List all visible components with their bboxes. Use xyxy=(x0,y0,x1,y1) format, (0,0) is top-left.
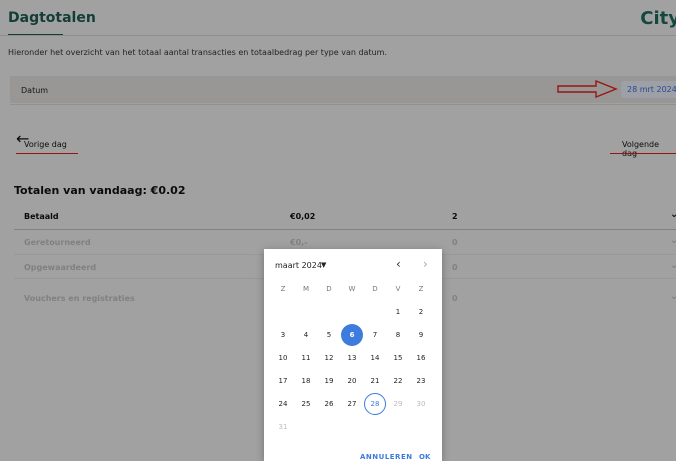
calendar-day: 31 xyxy=(278,423,288,431)
calendar-day[interactable]: 14 xyxy=(364,347,386,369)
calendar-day[interactable]: 20 xyxy=(341,370,363,392)
calendar-day: 29 xyxy=(393,400,403,408)
weekday-label: V xyxy=(395,285,401,293)
calendar-day[interactable]: 4 xyxy=(295,324,317,346)
cancel-button[interactable]: ANNULEREN xyxy=(360,453,413,461)
calendar-day[interactable]: 7 xyxy=(364,324,386,346)
calendar-day[interactable]: 3 xyxy=(272,324,294,346)
calendar-day[interactable]: 6 xyxy=(341,324,363,346)
month-selector[interactable]: maart 2024 xyxy=(275,261,322,270)
ok-button[interactable]: OK xyxy=(419,453,430,461)
calendar-day[interactable]: 23 xyxy=(410,370,432,392)
weekday-label: D xyxy=(326,285,332,293)
calendar-day[interactable]: 17 xyxy=(272,370,294,392)
calendar-day: 30 xyxy=(416,400,426,408)
calendar-day[interactable]: 18 xyxy=(295,370,317,392)
weekday-label: W xyxy=(348,285,356,293)
calendar-day[interactable]: 10 xyxy=(272,347,294,369)
caret-down-icon[interactable]: ▼ xyxy=(321,261,326,269)
weekday-label: Z xyxy=(280,285,286,293)
calendar-day[interactable]: 11 xyxy=(295,347,317,369)
weekday-label: Z xyxy=(418,285,424,293)
calendar-day[interactable]: 12 xyxy=(318,347,340,369)
weekday-label: D xyxy=(372,285,378,293)
calendar-day[interactable]: 28 xyxy=(364,393,386,415)
calendar-day[interactable]: 26 xyxy=(318,393,340,415)
calendar-day[interactable]: 27 xyxy=(341,393,363,415)
calendar-day[interactable]: 19 xyxy=(318,370,340,392)
calendar-day[interactable]: 2 xyxy=(410,301,432,323)
calendar-day[interactable]: 9 xyxy=(410,324,432,346)
calendar-day[interactable]: 22 xyxy=(387,370,409,392)
chevron-left-icon[interactable]: ‹ xyxy=(396,257,401,271)
calendar-day[interactable]: 24 xyxy=(272,393,294,415)
weekday-label: M xyxy=(302,285,310,293)
chevron-right-icon[interactable]: › xyxy=(423,257,428,271)
calendar-day[interactable]: 13 xyxy=(341,347,363,369)
calendar-day[interactable]: 15 xyxy=(387,347,409,369)
calendar-day[interactable]: 5 xyxy=(318,324,340,346)
calendar-day[interactable]: 8 xyxy=(387,324,409,346)
calendar-day[interactable]: 21 xyxy=(364,370,386,392)
calendar-day[interactable]: 25 xyxy=(295,393,317,415)
calendar-day[interactable]: 1 xyxy=(387,301,409,323)
date-picker-dialog: maart 2024 ▼ ‹ › ZMDWDVZ 1 2 3 4 5 6 7 8 9 10 11 12… xyxy=(264,249,442,461)
calendar-day[interactable]: 16 xyxy=(410,347,432,369)
